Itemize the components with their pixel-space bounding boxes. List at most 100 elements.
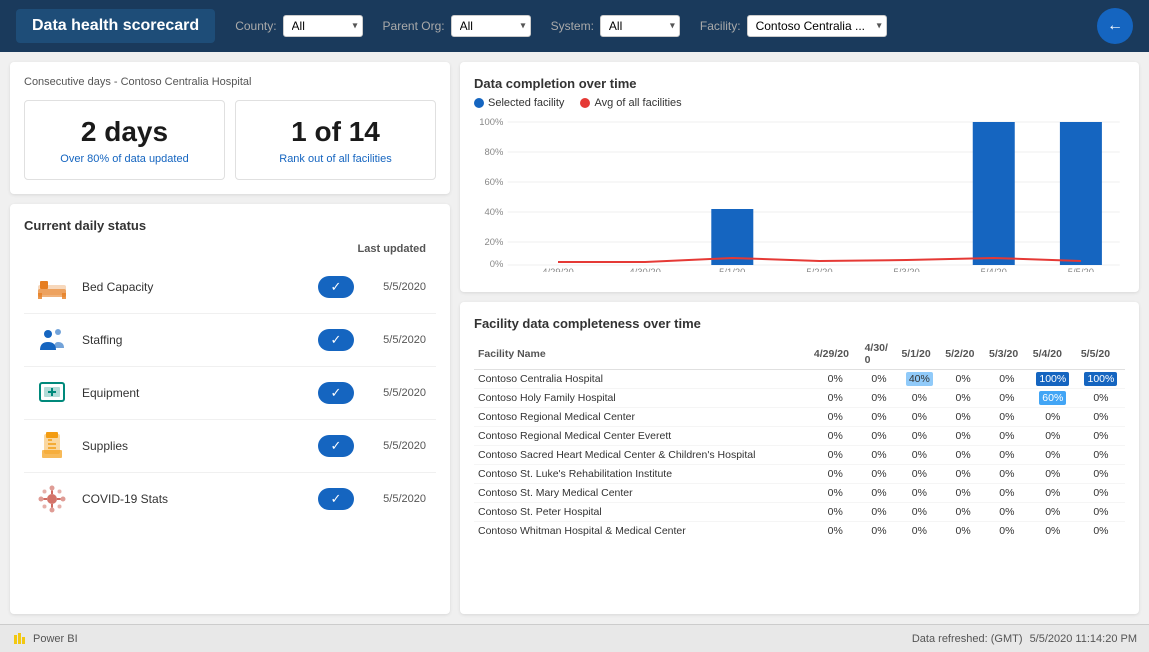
parent-org-select-wrapper[interactable]: All <box>451 15 531 37</box>
svg-text:4/30/20: 4/30/20 <box>629 267 661 272</box>
facility-cell-value: 0% <box>810 465 861 484</box>
chart-area: 100% 80% 60% 40% 20% 0% <box>474 117 1125 272</box>
facility-table-wrapper[interactable]: Facility Name 4/29/20 4/30/0 5/1/20 5/2/… <box>474 339 1125 539</box>
status-row-staffing: Staffing ✓ 5/5/2020 <box>24 314 436 367</box>
system-select[interactable]: All <box>600 15 680 37</box>
back-button[interactable]: ← <box>1097 8 1133 44</box>
facility-cell-value: 0% <box>861 389 898 408</box>
county-label: County: <box>235 19 276 33</box>
facility-cell-value: 0% <box>861 427 898 446</box>
facility-label: Facility: <box>700 19 741 33</box>
right-panel: Data completion over time Selected facil… <box>460 62 1139 614</box>
facility-cell-value: 0% <box>941 503 985 522</box>
svg-text:0%: 0% <box>490 259 504 269</box>
status-header-row: Last updated <box>24 243 436 255</box>
facility-cell-value: 0% <box>897 522 941 540</box>
col-5-4: 5/4/20 <box>1029 339 1077 370</box>
facility-cell-value: 60% <box>1029 389 1077 408</box>
system-select-wrapper[interactable]: All <box>600 15 680 37</box>
status-row-equipment: Equipment ✓ 5/5/2020 <box>24 367 436 420</box>
facility-cell-value: 0% <box>1077 503 1125 522</box>
facility-cell-value: 0% <box>1029 484 1077 503</box>
facility-cell-value: 0% <box>1029 465 1077 484</box>
facility-cell-value: 0% <box>941 427 985 446</box>
facility-cell-value: 0% <box>1029 522 1077 540</box>
bed-check-badge: ✓ <box>318 276 354 298</box>
main-content: Consecutive days - Contoso Centralia Hos… <box>0 52 1149 624</box>
status-table: Last updated Bed Capacity ✓ <box>24 243 436 525</box>
facility-cell-value: 0% <box>1077 465 1125 484</box>
footer-right: Data refreshed: (GMT) 5/5/2020 11:14:20 … <box>912 633 1137 645</box>
facility-cell-value: 0% <box>1077 427 1125 446</box>
svg-text:5/2/20: 5/2/20 <box>806 267 832 272</box>
bed-date: 5/5/2020 <box>366 281 426 293</box>
days-stat-box: 2 days Over 80% of data updated <box>24 100 225 180</box>
county-select-wrapper[interactable]: All <box>283 15 363 37</box>
footer-left: Power BI <box>12 631 78 647</box>
facility-cell-name: Contoso Holy Family Hospital <box>474 389 810 408</box>
facility-cell-value: 0% <box>810 446 861 465</box>
col-5-2: 5/2/20 <box>941 339 985 370</box>
facility-cell-value: 0% <box>985 522 1029 540</box>
facility-cell-name: Contoso Sacred Heart Medical Center & Ch… <box>474 446 810 465</box>
facility-cell-value: 0% <box>810 408 861 427</box>
facility-cell-value: 0% <box>861 408 898 427</box>
chart-card: Data completion over time Selected facil… <box>460 62 1139 292</box>
col-5-3: 5/3/20 <box>985 339 1029 370</box>
facility-select-wrapper[interactable]: Contoso Centralia ... <box>747 15 887 37</box>
covid-label: COVID-19 Stats <box>82 492 306 506</box>
facility-cell-value: 0% <box>897 427 941 446</box>
facility-cell-name: Contoso Regional Medical Center <box>474 408 810 427</box>
system-label: System: <box>551 19 594 33</box>
facility-cell-value: 0% <box>1077 408 1125 427</box>
days-value: 2 days <box>39 115 210 149</box>
svg-text:5/5/20: 5/5/20 <box>1068 267 1094 272</box>
col-4-29: 4/29/20 <box>810 339 861 370</box>
facility-cell-value: 0% <box>941 522 985 540</box>
col-facility-name: Facility Name <box>474 339 810 370</box>
status-row-supplies: Supplies ✓ 5/5/2020 <box>24 420 436 473</box>
equipment-label: Equipment <box>82 386 306 400</box>
equipment-check-badge: ✓ <box>318 382 354 404</box>
consecutive-days-card: Consecutive days - Contoso Centralia Hos… <box>10 62 450 194</box>
supplies-label: Supplies <box>82 439 306 453</box>
col-4-30: 4/30/0 <box>861 339 898 370</box>
col-5-5: 5/5/20 <box>1077 339 1125 370</box>
rank-link[interactable]: Rank out of all facilities <box>250 153 421 165</box>
facility-cell-value: 0% <box>941 370 985 389</box>
facility-cell-value: 0% <box>861 370 898 389</box>
parent-org-label: Parent Org: <box>383 19 445 33</box>
days-link[interactable]: Over 80% of data updated <box>39 153 210 165</box>
facility-cell-value: 0% <box>810 427 861 446</box>
facility-cell-value: 40% <box>897 370 941 389</box>
table-row: Contoso St. Peter Hospital0%0%0%0%0%0%0% <box>474 503 1125 522</box>
covid-date: 5/5/2020 <box>366 493 426 505</box>
facility-cell-value: 0% <box>897 446 941 465</box>
svg-text:20%: 20% <box>485 237 504 247</box>
bed-capacity-label: Bed Capacity <box>82 280 306 294</box>
facility-cell-value: 0% <box>861 503 898 522</box>
facility-cell-value: 0% <box>897 408 941 427</box>
refresh-time: 5/5/2020 11:14:20 PM <box>1030 633 1137 645</box>
facility-cell-value: 100% <box>1077 370 1125 389</box>
left-panel: Consecutive days - Contoso Centralia Hos… <box>10 62 450 614</box>
bed-icon <box>34 269 70 305</box>
table-row: Contoso Regional Medical Center Everett0… <box>474 427 1125 446</box>
powerbi-label: Power BI <box>33 633 78 645</box>
parent-org-select[interactable]: All <box>451 15 531 37</box>
table-header-row: Facility Name 4/29/20 4/30/0 5/1/20 5/2/… <box>474 339 1125 370</box>
facility-select[interactable]: Contoso Centralia ... <box>747 15 887 37</box>
facility-cell-value: 0% <box>810 503 861 522</box>
facility-cell-value: 0% <box>985 408 1029 427</box>
county-select[interactable]: All <box>283 15 363 37</box>
staffing-check-badge: ✓ <box>318 329 354 351</box>
svg-text:80%: 80% <box>485 147 504 157</box>
legend-selected-label: Selected facility <box>488 97 564 109</box>
system-filter-group: System: All <box>551 15 680 37</box>
table-row: Contoso Sacred Heart Medical Center & Ch… <box>474 446 1125 465</box>
staffing-label: Staffing <box>82 333 306 347</box>
facility-table-card: Facility data completeness over time Fac… <box>460 302 1139 614</box>
facility-cell-value: 0% <box>1029 408 1077 427</box>
supplies-date: 5/5/2020 <box>366 440 426 452</box>
legend-selected: Selected facility <box>474 97 564 109</box>
